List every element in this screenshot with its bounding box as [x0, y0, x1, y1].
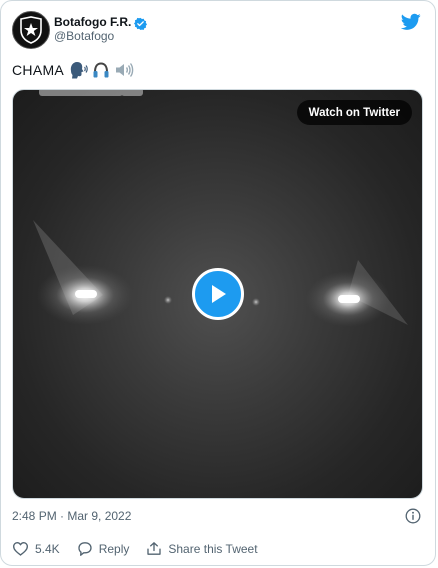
heart-icon [12, 542, 29, 556]
speaker-high-volume-icon [114, 61, 134, 79]
info-icon[interactable] [405, 508, 421, 524]
share-icon [147, 542, 162, 555]
play-button[interactable] [192, 268, 244, 320]
like-count: 5.4K [35, 541, 60, 556]
avatar[interactable] [12, 11, 50, 49]
headphone-icon [92, 61, 110, 79]
author-handle[interactable]: @Botafogo [54, 29, 147, 44]
reply-bubble-icon [78, 542, 92, 556]
share-button[interactable]: Share this Tweet [146, 541, 258, 556]
watch-on-twitter-button[interactable]: Watch on Twitter [296, 100, 412, 125]
divider [12, 565, 424, 566]
tweet-body: CHAMA [12, 62, 65, 78]
video-player[interactable]: Watch on Twitter [12, 89, 423, 499]
twitter-bird-icon[interactable] [401, 13, 421, 31]
reply-button[interactable]: Reply [77, 541, 130, 556]
botafogo-crest-icon [20, 16, 42, 44]
display-name[interactable]: Botafogo F.R. [54, 15, 131, 30]
verified-badge-icon [134, 17, 148, 30]
tweet-header: Botafogo F.R. @Botafogo [12, 11, 148, 49]
tweet-text: CHAMA [12, 61, 134, 79]
like-button[interactable]: 5.4K [12, 541, 60, 556]
play-icon [212, 285, 226, 303]
author-names: Botafogo F.R. @Botafogo [54, 15, 148, 44]
tweet-timestamp[interactable]: 2:48 PM · Mar 9, 2022 [12, 509, 131, 523]
tweet-card: Botafogo F.R. @Botafogo CHAMA Watch on T… [0, 0, 436, 566]
share-label: Share this Tweet [168, 541, 258, 556]
tweet-actions: 5.4K Reply Share this Tweet [12, 541, 275, 556]
watch-on-twitter-label: Watch on Twitter [308, 106, 400, 119]
reply-label: Reply [98, 541, 130, 556]
speaking-head-icon [68, 61, 88, 79]
